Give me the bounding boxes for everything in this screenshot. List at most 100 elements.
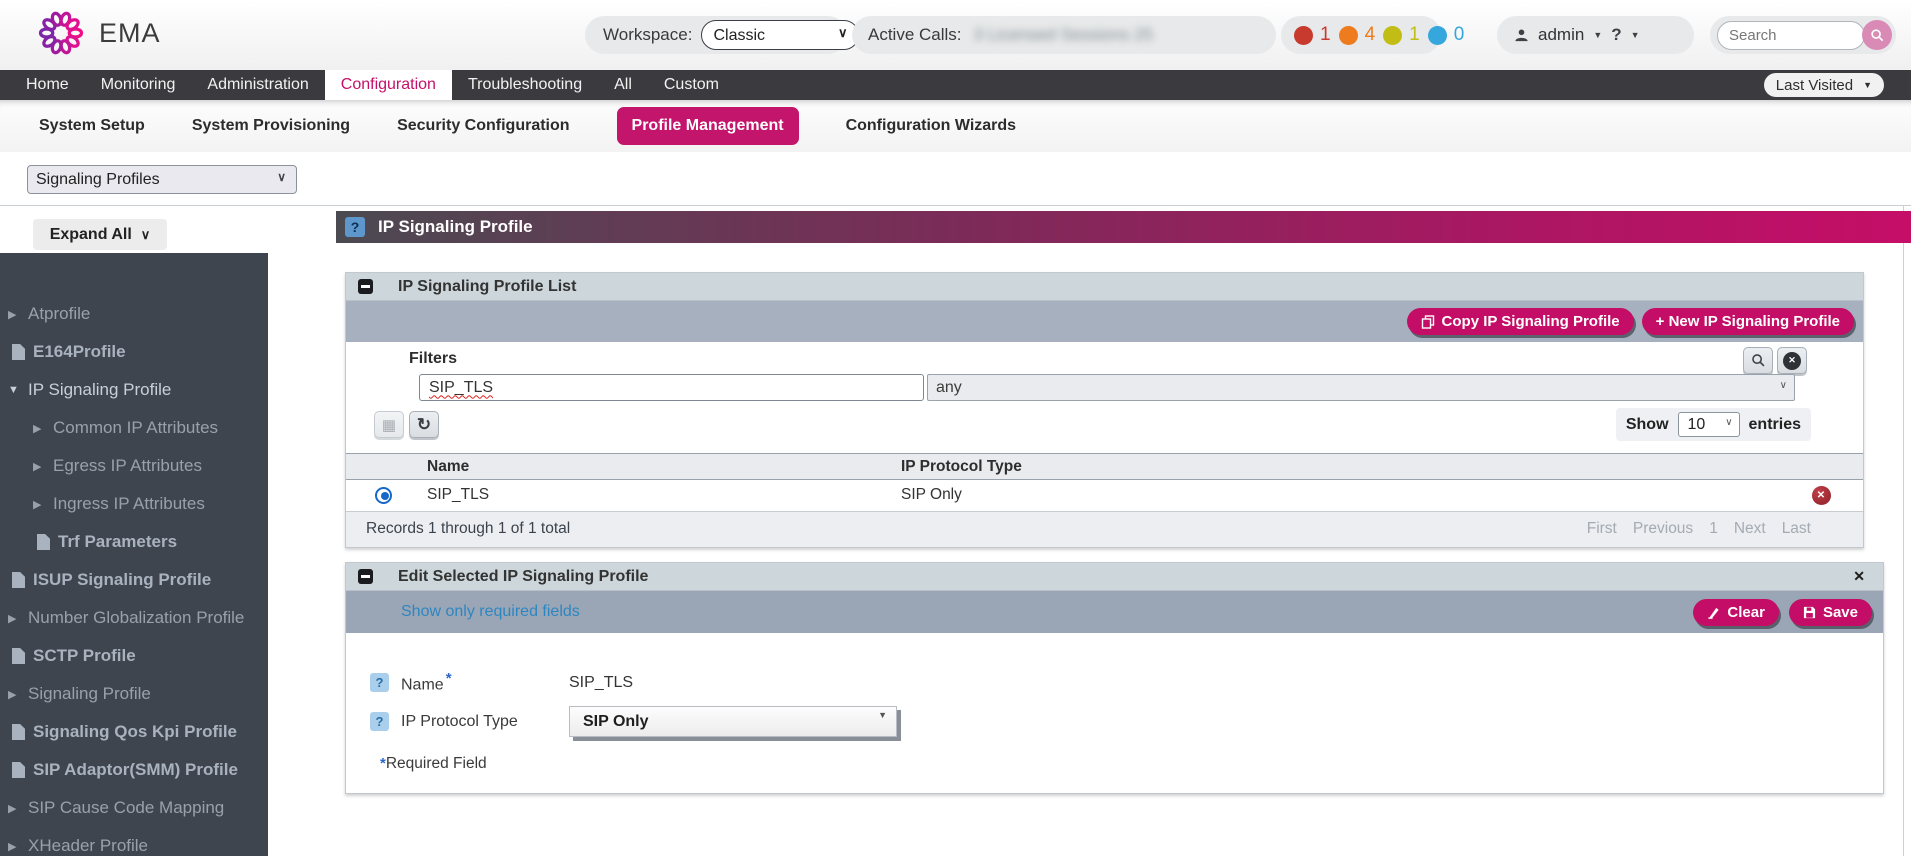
profile-table-body: SIP_TLSSIP Only✕: [346, 480, 1863, 511]
records-summary: Records 1 through 1 of 1 total: [366, 520, 570, 538]
workspace-select-wrap: Classic ∨: [701, 20, 859, 50]
save-label: Save: [1823, 604, 1858, 621]
alarm-summary-pill[interactable]: 1410: [1281, 16, 1441, 54]
type-filter-select[interactable]: any: [927, 374, 1795, 401]
nav-item-administration[interactable]: Administration: [191, 70, 324, 100]
sidebar-item-xheader-profile[interactable]: ▶XHeader Profile: [0, 827, 268, 856]
page-title-bar: ? IP Signaling Profile: [336, 211, 1911, 243]
caret-down-icon: ▼: [1863, 80, 1872, 90]
nav-item-all[interactable]: All: [598, 70, 648, 100]
sidebar-item-egress-ip-attributes[interactable]: ▶Egress IP Attributes: [0, 447, 268, 485]
show-label: Show: [1626, 416, 1669, 434]
profile-type-select-wrap: Signaling Profiles ∨: [27, 165, 297, 194]
name-field-label: Name*: [401, 670, 569, 694]
subnav-tab-system-provisioning[interactable]: System Provisioning: [192, 117, 350, 135]
sidebar-item-signaling-profile[interactable]: ▶Signaling Profile: [0, 675, 268, 713]
grid-icon: ▦: [382, 416, 396, 434]
name-filter-value: SIP_TLS: [429, 379, 493, 397]
sidebar-item-sip-cause-code-mapping[interactable]: ▶SIP Cause Code Mapping: [0, 789, 268, 827]
search-button[interactable]: [1862, 20, 1892, 50]
edit-panel-toolbar: Show only required fields Clear Save: [346, 591, 1883, 633]
sidebar-item-signaling-qos-kpi-profile[interactable]: Signaling Qos Kpi Profile: [0, 713, 268, 751]
save-button[interactable]: Save: [1789, 599, 1872, 626]
profile-table-header-row: NameIP Protocol Type: [346, 454, 1863, 480]
username-label: admin: [1538, 25, 1584, 45]
sidebar-item-trf-parameters[interactable]: Trf Parameters: [0, 523, 268, 561]
records-row: Records 1 through 1 of 1 total First Prev…: [346, 511, 1863, 547]
pagination-1[interactable]: 1: [1709, 520, 1718, 538]
nav-item-configuration[interactable]: Configuration: [325, 70, 452, 100]
name-filter-input[interactable]: SIP_TLS: [419, 374, 924, 401]
pagination-previous[interactable]: Previous: [1633, 520, 1693, 538]
sidebar-item-ip-signaling-profile[interactable]: ▼IP Signaling Profile: [0, 371, 268, 409]
page-size-select[interactable]: 10: [1678, 412, 1740, 437]
configuration-subnav: System Setup System Provisioning Security …: [0, 100, 1911, 152]
help-icon[interactable]: ?: [370, 712, 389, 731]
chevron-collapsed-icon: ▶: [8, 612, 28, 625]
nav-item-monitoring[interactable]: Monitoring: [85, 70, 192, 100]
profile-type-select[interactable]: Signaling Profiles: [27, 165, 297, 194]
sidebar-item-common-ip-attributes[interactable]: ▶Common IP Attributes: [0, 409, 268, 447]
pagination-last[interactable]: Last: [1782, 520, 1811, 538]
expand-all-button[interactable]: Expand All ∨: [33, 219, 167, 250]
new-profile-button[interactable]: + New IP Signaling Profile: [1642, 308, 1854, 335]
file-icon: [12, 572, 25, 588]
row-radio-selected[interactable]: [375, 487, 392, 504]
help-icon[interactable]: ?: [345, 217, 365, 237]
filter-actions: ✕: [1743, 347, 1807, 374]
clear-button[interactable]: Clear: [1693, 599, 1779, 626]
chevron-expanded-icon: ▼: [8, 384, 28, 396]
page-size-wrap: 10 ∨: [1678, 412, 1740, 437]
search-input[interactable]: [1717, 21, 1865, 50]
help-menu-button[interactable]: ?: [1611, 25, 1621, 45]
clear-filter-button[interactable]: ✕: [1777, 347, 1807, 374]
nav-item-home[interactable]: Home: [10, 70, 85, 100]
subnav-tab-configuration-wizards[interactable]: Configuration Wizards: [846, 117, 1017, 135]
user-menu-pill[interactable]: admin ▼ ? ▼: [1497, 16, 1694, 54]
name-label-text: Name: [401, 677, 444, 694]
top-header: EMA Workspace: Classic ∨ Active Calls: 3…: [0, 0, 1911, 70]
sidebar-item-label: Signaling Profile: [28, 684, 151, 704]
delete-row-icon[interactable]: ✕: [1812, 486, 1831, 505]
ip-protocol-select[interactable]: SIP Only ▼: [569, 706, 897, 737]
pagination-first[interactable]: First: [1587, 520, 1617, 538]
column-chooser-button[interactable]: ▦: [374, 411, 404, 438]
refresh-icon: ↻: [417, 415, 431, 435]
save-icon: [1803, 606, 1816, 619]
critical-alarm-count: 1: [1320, 24, 1331, 46]
collapse-panel-icon[interactable]: [358, 279, 373, 294]
subnav-tab-security-configuration[interactable]: Security Configuration: [397, 117, 569, 135]
sidebar-item-label: Ingress IP Attributes: [53, 494, 205, 514]
subnav-tab-system-setup[interactable]: System Setup: [39, 117, 145, 135]
sidebar-item-label: E164Profile: [33, 342, 126, 362]
apply-filter-button[interactable]: [1743, 347, 1773, 374]
help-icon[interactable]: ?: [370, 673, 389, 692]
sidebar-item-e164profile[interactable]: E164Profile: [0, 333, 268, 371]
nav-item-custom[interactable]: Custom: [648, 70, 735, 100]
file-icon: [12, 648, 25, 664]
collapse-panel-icon[interactable]: [358, 569, 373, 584]
pagination-next[interactable]: Next: [1734, 520, 1766, 538]
close-icon[interactable]: ✕: [1853, 568, 1865, 585]
nav-item-troubleshooting[interactable]: Troubleshooting: [452, 70, 598, 100]
sidebar-item-ingress-ip-attributes[interactable]: ▶Ingress IP Attributes: [0, 485, 268, 523]
active-calls-redacted-value: 3 Licensed Sessions 25: [974, 25, 1154, 45]
edit-panel-title: Edit Selected IP Signaling Profile: [398, 568, 648, 586]
copy-profile-button[interactable]: Copy IP Signaling Profile: [1407, 308, 1634, 335]
sidebar-item-isup-signaling-profile[interactable]: ISUP Signaling Profile: [0, 561, 268, 599]
last-visited-button[interactable]: Last Visited ▼: [1764, 73, 1884, 97]
sidebar-item-number-globalization-profile[interactable]: ▶Number Globalization Profile: [0, 599, 268, 637]
sidebar-item-sctp-profile[interactable]: SCTP Profile: [0, 637, 268, 675]
profile-type-row: Signaling Profiles ∨: [0, 152, 1911, 205]
workspace-select[interactable]: Classic: [701, 20, 859, 50]
sidebar-item-label: Common IP Attributes: [53, 418, 218, 438]
sidebar-item-atprofile[interactable]: ▶Atprofile: [0, 295, 268, 333]
refresh-button[interactable]: ↻: [409, 411, 439, 438]
last-visited-label: Last Visited: [1776, 77, 1853, 94]
show-required-fields-link[interactable]: Show only required fields: [401, 603, 580, 621]
sidebar-item-sip-adaptor-smm-profile[interactable]: SIP Adaptor(SMM) Profile: [0, 751, 268, 789]
subnav-tab-profile-management[interactable]: Profile Management: [617, 107, 799, 145]
show-entries-control: Show 10 ∨ entries: [1616, 408, 1811, 441]
sidebar-item-label: ISUP Signaling Profile: [33, 570, 211, 590]
file-icon: [12, 724, 25, 740]
